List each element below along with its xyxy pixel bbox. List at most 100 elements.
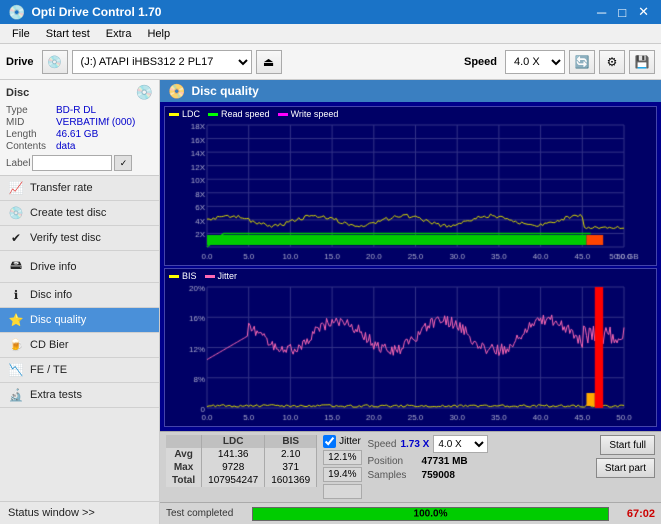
- bis-legend-dot: [169, 275, 179, 278]
- menu-help[interactable]: Help: [139, 26, 178, 41]
- read-speed-legend-label: Read speed: [221, 109, 270, 119]
- disc-panel: Disc 💿 Type BD-R DL MID VERBATIMf (000) …: [0, 80, 159, 176]
- max-label: Max: [166, 461, 202, 474]
- legend-ldc: LDC: [169, 109, 200, 119]
- sidebar-item-disc-quality[interactable]: ⭐ Disc quality: [0, 308, 159, 333]
- progress-bar-container: Test completed 100.0% 67:02: [160, 502, 661, 524]
- status-text: Test completed: [166, 508, 246, 519]
- time-display: 67:02: [615, 508, 655, 520]
- table-row: Max 9728 371: [166, 461, 317, 474]
- settings-button[interactable]: ⚙: [599, 50, 625, 74]
- main-layout: Disc 💿 Type BD-R DL MID VERBATIMf (000) …: [0, 80, 661, 524]
- nav-label-cd-bier: CD Bier: [30, 339, 69, 351]
- max-bis: 371: [265, 461, 317, 474]
- cd-bier-icon: 🍺: [8, 338, 24, 352]
- close-button[interactable]: ✕: [634, 4, 653, 20]
- type-key: Type: [6, 105, 56, 116]
- jitter-legend-dot: [205, 275, 215, 278]
- nav-label-verify-test-disc: Verify test disc: [30, 232, 101, 244]
- chart2-canvas: [165, 269, 656, 426]
- disc-heading: Disc: [6, 87, 29, 99]
- eject-button[interactable]: ⏏: [256, 50, 282, 74]
- status-window-button[interactable]: Status window >>: [0, 501, 159, 524]
- sidebar-item-disc-info[interactable]: ℹ Disc info: [0, 283, 159, 308]
- total-ldc: 107954247: [202, 474, 265, 487]
- title-bar-controls: ─ □ ✕: [593, 4, 653, 20]
- chart-title: Disc quality: [191, 84, 258, 98]
- samples-value: 759008: [422, 470, 455, 481]
- jitter-checkbox[interactable]: [323, 435, 336, 448]
- save-button[interactable]: 💾: [629, 50, 655, 74]
- app-title: Opti Drive Control 1.70: [31, 5, 161, 19]
- drive-icon-btn[interactable]: 💿: [42, 50, 68, 74]
- chart-header: 📀 Disc quality: [160, 80, 661, 102]
- progress-percent: 100.0%: [414, 508, 448, 519]
- label-input[interactable]: [32, 155, 112, 171]
- speed-select-sm[interactable]: 4.0 X: [433, 435, 488, 453]
- read-speed-legend-dot: [208, 113, 218, 116]
- nav-label-disc-quality: Disc quality: [30, 314, 86, 326]
- legend-jitter: Jitter: [205, 271, 238, 281]
- nav-label-create-test-disc: Create test disc: [30, 207, 106, 219]
- sidebar-item-transfer-rate[interactable]: 📈 Transfer rate: [0, 176, 159, 201]
- title-bar: 💿 Opti Drive Control 1.70 ─ □ ✕: [0, 0, 661, 24]
- avg-ldc: 141.36: [202, 448, 265, 461]
- sidebar-item-extra-tests[interactable]: 🔬 Extra tests: [0, 383, 159, 408]
- create-test-disc-icon: 💿: [8, 206, 24, 220]
- label-confirm-button[interactable]: ✓: [114, 155, 132, 171]
- start-part-button[interactable]: Start part: [596, 458, 655, 478]
- menu-extra[interactable]: Extra: [98, 26, 140, 41]
- extra-tests-icon: 🔬: [8, 388, 24, 402]
- drive-select[interactable]: (J:) ATAPI iHBS312 2 PL17: [72, 50, 252, 74]
- write-speed-legend-dot: [278, 113, 288, 116]
- menu-file[interactable]: File: [4, 26, 38, 41]
- stats-col-ldc: LDC: [202, 435, 265, 448]
- chart2-legend: BIS Jitter: [169, 271, 237, 281]
- nav-items: 📈 Transfer rate 💿 Create test disc ✔ Ver…: [0, 176, 159, 524]
- content-area: 📀 Disc quality LDC Read speed: [160, 80, 661, 524]
- legend-bis: BIS: [169, 271, 197, 281]
- write-speed-legend-label: Write speed: [291, 109, 339, 119]
- nav-label-transfer-rate: Transfer rate: [30, 182, 93, 194]
- speed-label-sm: Speed: [368, 439, 397, 450]
- chart-bis: BIS Jitter: [164, 268, 657, 427]
- mid-val: VERBATIMf (000): [56, 117, 135, 128]
- bis-legend-label: BIS: [182, 271, 197, 281]
- table-row: Total 107954247 1601369: [166, 474, 317, 487]
- legend-write-speed: Write speed: [278, 109, 339, 119]
- transfer-rate-icon: 📈: [8, 181, 24, 195]
- avg-bis: 2.10: [265, 448, 317, 461]
- speed-row: Speed 1.73 X 4.0 X: [368, 435, 590, 453]
- fe-te-icon: 📉: [8, 363, 24, 377]
- jitter-row: Jitter: [323, 435, 361, 448]
- minimize-button[interactable]: ─: [593, 4, 610, 20]
- sidebar-item-drive-info[interactable]: 🖴 Drive info: [0, 251, 159, 283]
- menu-start-test[interactable]: Start test: [38, 26, 98, 41]
- table-row: Avg 141.36 2.10: [166, 448, 317, 461]
- speed-select[interactable]: 4.0 X: [505, 50, 565, 74]
- stats-col-empty: [166, 435, 202, 448]
- length-val: 46.61 GB: [56, 129, 98, 140]
- charts-container: LDC Read speed Write speed: [160, 102, 661, 431]
- avg-jitter: 12.1%: [323, 450, 361, 465]
- jitter-section: Jitter 12.1% 19.4%: [323, 435, 361, 499]
- start-full-button[interactable]: Start full: [600, 435, 655, 455]
- jitter-legend-label: Jitter: [218, 271, 238, 281]
- speed-value-display: 1.73 X: [400, 439, 429, 450]
- sidebar-item-create-test-disc[interactable]: 💿 Create test disc: [0, 201, 159, 226]
- sidebar-item-verify-test-disc[interactable]: ✔ Verify test disc: [0, 226, 159, 251]
- sidebar-item-fe-te[interactable]: 📉 FE / TE: [0, 358, 159, 383]
- stats-table: LDC BIS Avg 141.36 2.10 Max 9728 371: [166, 435, 317, 487]
- sidebar-item-cd-bier[interactable]: 🍺 CD Bier: [0, 333, 159, 358]
- nav-label-fe-te: FE / TE: [30, 364, 67, 376]
- position-value: 47731 MB: [422, 456, 468, 467]
- stats-controls: LDC BIS Avg 141.36 2.10 Max 9728 371: [160, 431, 661, 502]
- toolbar: Drive 💿 (J:) ATAPI iHBS312 2 PL17 ⏏ Spee…: [0, 44, 661, 80]
- nav-label-disc-info: Disc info: [30, 289, 72, 301]
- progress-bar: 100.0%: [252, 507, 609, 521]
- max-ldc: 9728: [202, 461, 265, 474]
- maximize-button[interactable]: □: [614, 4, 630, 20]
- refresh-button[interactable]: 🔄: [569, 50, 595, 74]
- chart-header-icon: 📀: [168, 83, 185, 100]
- speed-label: Speed: [464, 56, 497, 68]
